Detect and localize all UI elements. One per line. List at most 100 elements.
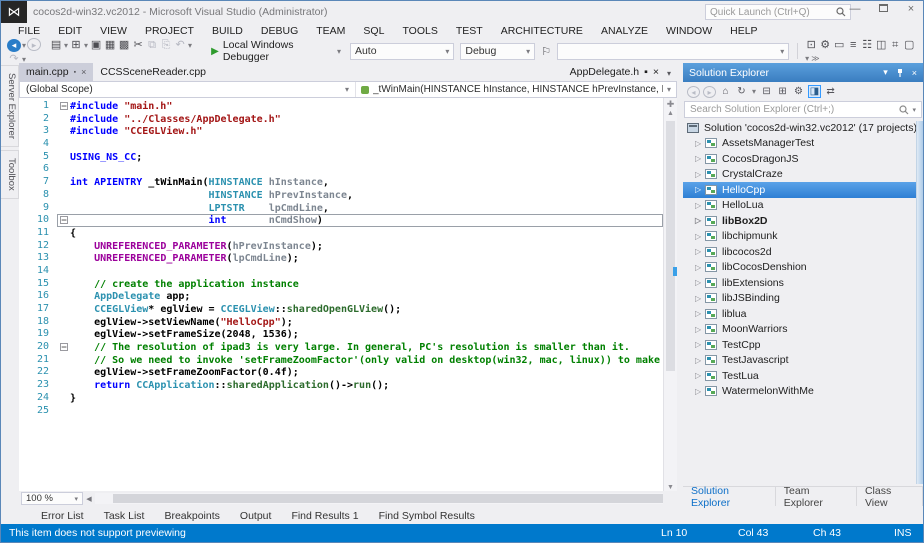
expander-icon[interactable]: ▷ (695, 170, 705, 179)
menu-project[interactable]: PROJECT (136, 25, 203, 37)
fold-collapse-icon[interactable]: – (58, 342, 70, 353)
search-combo[interactable]: ▾ (557, 43, 789, 60)
tree-project-row[interactable]: ▷CrystalCraze (683, 167, 923, 183)
cut-icon[interactable]: ✂ (131, 38, 145, 51)
expander-icon[interactable]: ▷ (695, 216, 705, 225)
tree-project-row[interactable]: ▷AssetsManagerTest (683, 136, 923, 152)
expander-icon[interactable]: ▷ (695, 371, 705, 380)
minimize-button[interactable]: — (847, 3, 863, 15)
solution-explorer-icon[interactable]: ⊡ (804, 38, 818, 51)
tree-project-row[interactable]: ▷MoonWarriors (683, 322, 923, 338)
show-all-files-icon[interactable]: ⊞ (776, 86, 789, 97)
open-icon[interactable]: ▣ (89, 38, 103, 51)
menu-build[interactable]: BUILD (203, 25, 252, 37)
tab-error-list[interactable]: Error List (31, 510, 94, 522)
pin-icon[interactable]: ▪ (74, 69, 76, 76)
expander-icon[interactable]: ▷ (695, 340, 705, 349)
tab-solution-explorer[interactable]: Solution Explorer (683, 487, 776, 506)
scrollbar-thumb[interactable] (113, 494, 663, 503)
expander-icon[interactable]: ▷ (695, 185, 705, 194)
paste-icon[interactable]: ⎘ (159, 39, 173, 52)
bookmark-window-icon[interactable]: ⌗ (888, 39, 902, 52)
expander-icon[interactable]: ▷ (695, 387, 705, 396)
save-icon[interactable]: ▦ (103, 38, 117, 51)
properties-icon[interactable]: ⚙ (792, 86, 805, 97)
expander-icon[interactable]: ▷ (695, 247, 705, 256)
tab-class-view[interactable]: Class View (857, 487, 923, 506)
tree-project-row[interactable]: ▷TestJavascript (683, 353, 923, 369)
scroll-down-icon[interactable]: ▼ (667, 484, 674, 491)
tab-output[interactable]: Output (230, 510, 282, 522)
scroll-left-icon[interactable]: ◀ (83, 495, 95, 503)
tree-solution-row[interactable]: Solution 'cocos2d-win32.vc2012' (17 proj… (683, 120, 923, 136)
menu-window[interactable]: WINDOW (657, 25, 721, 37)
restore-button[interactable] (875, 3, 891, 15)
tree-project-row[interactable]: ▷CocosDragonJS (683, 151, 923, 167)
expander-icon[interactable]: ▷ (695, 356, 705, 365)
tab-server-explorer[interactable]: Server Explorer (1, 65, 19, 147)
expander-icon[interactable]: ▷ (695, 154, 705, 163)
other-windows-icon[interactable]: ▢ (902, 38, 916, 51)
quick-launch-input[interactable]: Quick Launch (Ctrl+Q) (705, 4, 851, 20)
menu-debug[interactable]: DEBUG (252, 25, 307, 37)
document-list-chevron-icon[interactable]: ▾ (665, 69, 677, 81)
home-icon[interactable]: ⌂ (719, 86, 732, 97)
tree-project-row[interactable]: ▷HelloLua (683, 198, 923, 214)
tab-ccsscenereader-cpp[interactable]: CCSSceneReader.cpp (93, 63, 213, 81)
save-all-icon[interactable]: ▩ (117, 38, 131, 51)
fold-collapse-icon[interactable]: – (58, 215, 70, 226)
configuration-combo[interactable]: Debug▾ (460, 43, 535, 60)
sync-with-active-document-icon[interactable]: ⇄ (824, 86, 837, 97)
tree-project-row[interactable]: ▷libcocos2d (683, 244, 923, 260)
close-button[interactable]: × (903, 3, 919, 15)
expander-icon[interactable]: ▷ (695, 278, 705, 287)
expander-icon[interactable]: ▷ (695, 309, 705, 318)
solution-explorer-header[interactable]: Solution Explorer ▾ × (683, 63, 923, 82)
expander-icon[interactable]: ▷ (695, 294, 705, 303)
code-editor[interactable]: 1–#include "main.h"2#include "../Classes… (19, 98, 677, 491)
copy-icon[interactable]: ⧉ (145, 39, 159, 52)
fold-collapse-icon[interactable]: – (58, 101, 70, 112)
menu-sql[interactable]: SQL (354, 25, 393, 37)
overflow-icon[interactable]: ≫ (810, 54, 820, 63)
pin-icon[interactable]: ▪ (644, 66, 648, 78)
new-file-icon[interactable]: ▤ (49, 38, 63, 51)
expander-icon[interactable]: ▷ (695, 263, 705, 272)
tree-project-row[interactable]: ▷liblua (683, 306, 923, 322)
solution-search-input[interactable]: Search Solution Explorer (Ctrl+;) ▾ (684, 101, 922, 118)
tree-project-row[interactable]: ▷TestLua (683, 368, 923, 384)
tree-project-row[interactable]: ▷libExtensions (683, 275, 923, 291)
class-view-icon[interactable]: ◫ (874, 38, 888, 51)
command-window-icon[interactable]: ▭ (832, 38, 846, 51)
tree-project-row[interactable]: ▷TestCpp (683, 337, 923, 353)
menu-analyze[interactable]: ANALYZE (592, 25, 657, 37)
close-icon[interactable]: × (81, 67, 86, 77)
editor-horizontal-scrollbar[interactable] (95, 493, 663, 504)
menu-file[interactable]: FILE (9, 25, 49, 37)
tab-team-explorer[interactable]: Team Explorer (776, 487, 857, 506)
expander-icon[interactable]: ▷ (695, 325, 705, 334)
zoom-combo[interactable]: 100 % ▾ (21, 492, 83, 505)
object-browser-icon[interactable]: ≡ (846, 39, 860, 51)
tree-project-row[interactable]: ▷libchipmunk (683, 229, 923, 245)
pin-icon[interactable] (896, 68, 904, 78)
tab-appdelegate-preview[interactable]: AppDelegate.h ▪ × (564, 63, 665, 81)
collapse-all-icon[interactable]: ⊟ (760, 86, 773, 97)
expander-icon[interactable]: ▷ (695, 139, 705, 148)
team-explorer-icon[interactable]: ☷ (860, 38, 874, 51)
preview-selected-icon[interactable]: ◨ (808, 85, 821, 98)
panel-scrollbar[interactable] (916, 121, 923, 484)
expander-icon[interactable]: ▷ (695, 232, 705, 241)
attach-icon[interactable]: ⚐ (539, 45, 553, 58)
scroll-up-icon[interactable]: ▲ (667, 110, 674, 117)
menu-edit[interactable]: EDIT (49, 25, 91, 37)
tab-find-symbol-results[interactable]: Find Symbol Results (369, 510, 485, 522)
chevron-down-icon[interactable]: ▾ (751, 87, 757, 96)
tab-task-list[interactable]: Task List (94, 510, 155, 522)
close-icon[interactable]: × (653, 66, 659, 78)
tree-project-row[interactable]: ▷HelloCpp (683, 182, 923, 198)
chevron-down-icon[interactable]: ▾ (187, 41, 193, 50)
menu-tools[interactable]: TOOLS (393, 25, 446, 37)
platform-combo[interactable]: Auto▾ (350, 43, 454, 60)
splitter-icon[interactable]: ✚ (667, 98, 675, 110)
